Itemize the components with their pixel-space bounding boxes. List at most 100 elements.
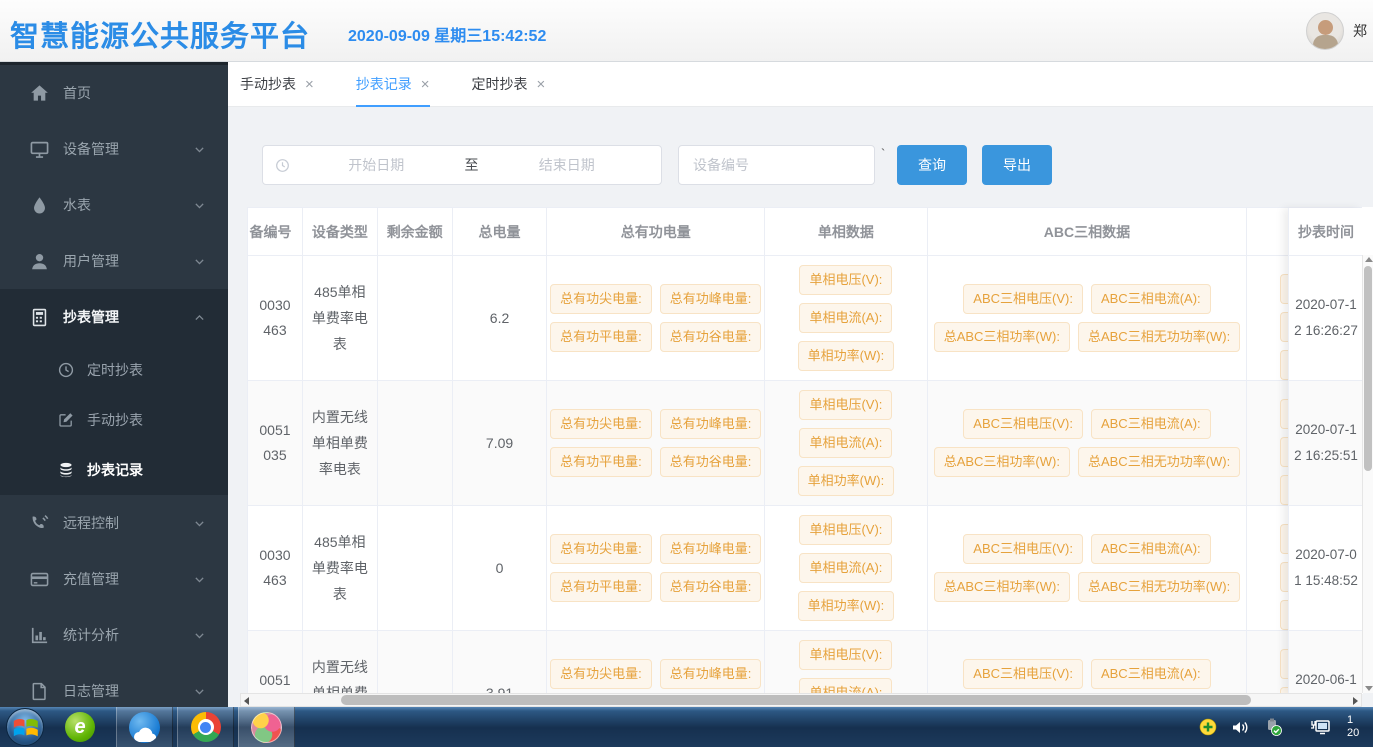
device-type-value: 485单相单费率电表	[303, 279, 377, 357]
table-row: 0051035内置无线单相单费率电表7.09总有功尖电量:总有功峰电量:总有功平…	[248, 381, 1361, 506]
horizontal-scroll-thumb[interactable]	[341, 695, 1251, 705]
taskbar-clock[interactable]: 1 20	[1347, 714, 1361, 740]
tab-manual-reading[interactable]: 手动抄表×	[240, 62, 314, 107]
cell-balance	[378, 631, 453, 693]
cell-device-type: 485单相单费率电表	[303, 256, 378, 380]
sidebar-item-reading-records[interactable]: 抄表记录	[0, 445, 228, 495]
single-phase-row: 单相电压(V):	[765, 390, 927, 420]
export-button[interactable]: 导出	[982, 145, 1052, 185]
network-tray-icon[interactable]	[1309, 718, 1331, 736]
tab-scheduled-reading[interactable]: 定时抄表×	[472, 62, 546, 107]
clock-icon	[58, 362, 74, 378]
three-phase-tag: 总ABC三相无功功率(W):	[1078, 322, 1240, 352]
three-phase-row: 总ABC三相功率(W):总ABC三相无功功率(W):	[928, 572, 1246, 602]
sidebar-item-recharge-management[interactable]: 充值管理	[0, 551, 228, 607]
close-icon[interactable]: ×	[305, 76, 314, 93]
user-name: 郑	[1353, 21, 1367, 41]
active-energy-tag: 总有功平电量:	[550, 322, 652, 352]
usb-device-tray-icon[interactable]	[1264, 718, 1283, 736]
clock-icon	[275, 158, 290, 173]
device-type-value: 485单相单费率电表	[303, 529, 377, 607]
active-energy-row: 总有功尖电量:总有功峰电量:	[547, 534, 764, 564]
chevron-down-icon	[193, 199, 206, 212]
start-date-input[interactable]	[294, 157, 459, 173]
sidebar-item-label: 抄表管理	[63, 307, 119, 327]
cell-three-phase: ABC三相电压(V):ABC三相电流(A):总ABC三相功率(W):总ABC三相…	[928, 256, 1247, 380]
sidebar-item-home[interactable]: 首页	[0, 65, 228, 121]
qq-browser-taskbar-button[interactable]	[116, 707, 173, 747]
header-datetime: 2020-09-09 星期三15:42:52	[348, 22, 546, 46]
top-header: 智慧能源公共服务平台 2020-09-09 星期三15:42:52 郑	[0, 0, 1373, 62]
photos-app-taskbar-button[interactable]	[238, 707, 295, 747]
meter-icon	[30, 308, 49, 327]
sidebar-item-remote-control[interactable]: 远程控制	[0, 495, 228, 551]
cell-device-type: 内置无线单相单费率电表	[303, 381, 378, 505]
query-button[interactable]: 查询	[897, 145, 967, 185]
cell-three-phase: ABC三相电压(V):ABC三相电流(A):总ABC三相功率(W):总ABC三相…	[928, 381, 1247, 505]
file-icon	[30, 682, 49, 701]
clock-date: 20	[1347, 727, 1361, 740]
user-menu[interactable]: 郑	[1306, 11, 1373, 51]
table-row: 0051033内置无线单相单费率电表3.91总有功尖电量:总有功峰电量:总有功平…	[248, 631, 1361, 693]
tab-bar: 手动抄表× 抄表记录× 定时抄表×	[228, 62, 1373, 107]
volume-tray-icon[interactable]	[1231, 719, 1250, 736]
single-phase-row: 单相功率(W):	[765, 591, 927, 621]
user-icon	[30, 252, 49, 271]
scroll-left-arrow[interactable]	[244, 697, 249, 705]
browser-360-taskbar-button[interactable]: e	[58, 707, 102, 747]
end-date-input[interactable]	[485, 157, 650, 173]
date-range-picker[interactable]: 至	[262, 145, 662, 185]
active-energy-tag: 总有功峰电量:	[660, 284, 762, 314]
sidebar-item-label: 设备管理	[63, 139, 119, 159]
sidebar-item-manual-reading[interactable]: 手动抄表	[0, 395, 228, 445]
sidebar-item-user-management[interactable]: 用户管理	[0, 233, 228, 289]
sidebar-item-meter-reading-management[interactable]: 抄表管理	[0, 289, 228, 345]
three-phase-tag: ABC三相电流(A):	[1091, 534, 1211, 564]
phone-signal-icon	[30, 514, 49, 533]
antivirus-tray-icon[interactable]	[1199, 718, 1217, 736]
scroll-down-arrow[interactable]	[1365, 686, 1373, 691]
active-energy-tag: 总有功尖电量:	[550, 659, 652, 689]
scroll-up-arrow[interactable]	[1365, 257, 1373, 262]
avatar[interactable]	[1306, 12, 1344, 50]
records-table: 备编号设备类型剩余金额总电量总有功电量单相数据ABC三相数据 003046348…	[247, 207, 1362, 693]
chevron-down-icon	[193, 255, 206, 268]
sidebar-item-log-management[interactable]: 日志管理	[0, 663, 228, 707]
cell-read-time: 2020-07-12 16:25:51	[1289, 381, 1363, 506]
horizontal-scrollbar[interactable]	[240, 693, 1362, 707]
close-icon[interactable]: ×	[421, 76, 430, 93]
qq-browser-icon	[129, 712, 160, 743]
sidebar-item-scheduled-reading[interactable]: 定时抄表	[0, 345, 228, 395]
start-button[interactable]	[6, 708, 44, 746]
sidebar-item-water-meter[interactable]: 水表	[0, 177, 228, 233]
windows-taskbar: e 1 20	[0, 707, 1373, 747]
single-phase-row: 单相电压(V):	[765, 640, 927, 670]
sidebar-item-statistics-analysis[interactable]: 统计分析	[0, 607, 228, 663]
sidebar-item-device-management[interactable]: 设备管理	[0, 121, 228, 177]
close-icon[interactable]: ×	[537, 76, 546, 93]
vertical-scroll-thumb[interactable]	[1364, 266, 1372, 471]
cell-read-time: 2020-07-01 15:48:52	[1289, 506, 1363, 631]
tab-reading-records[interactable]: 抄表记录×	[356, 62, 430, 107]
single-phase-tag: 单相功率(W):	[798, 466, 895, 496]
sidebar: 首页设备管理水表用户管理抄表管理定时抄表手动抄表抄表记录远程控制充值管理统计分析…	[0, 62, 228, 707]
active-energy-row: 总有功平电量:总有功谷电量:	[547, 447, 764, 477]
cell-balance	[378, 506, 453, 630]
scroll-right-arrow[interactable]	[1353, 697, 1358, 705]
bar-chart-icon	[30, 626, 49, 645]
single-phase-tag: 单相功率(W):	[798, 591, 895, 621]
three-phase-row: ABC三相电压(V):ABC三相电流(A):	[928, 534, 1246, 564]
column-header-device-type: 设备类型	[303, 208, 378, 255]
column-header-single-phase: 单相数据	[765, 208, 928, 255]
column-header-balance: 剩余金额	[378, 208, 453, 255]
sidebar-item-label: 水表	[63, 195, 91, 215]
three-phase-tag: ABC三相电压(V):	[963, 659, 1083, 689]
cell-device-type: 485单相单费率电表	[303, 506, 378, 630]
cell-total-energy: 7.09	[453, 381, 548, 505]
three-phase-tag: ABC三相电压(V):	[963, 409, 1083, 439]
edit-icon	[58, 412, 74, 428]
vertical-scrollbar[interactable]	[1362, 255, 1373, 693]
device-no-input[interactable]	[678, 145, 875, 185]
column-header-read-time: 抄表时间	[1289, 208, 1363, 256]
chrome-taskbar-button[interactable]	[177, 707, 234, 747]
